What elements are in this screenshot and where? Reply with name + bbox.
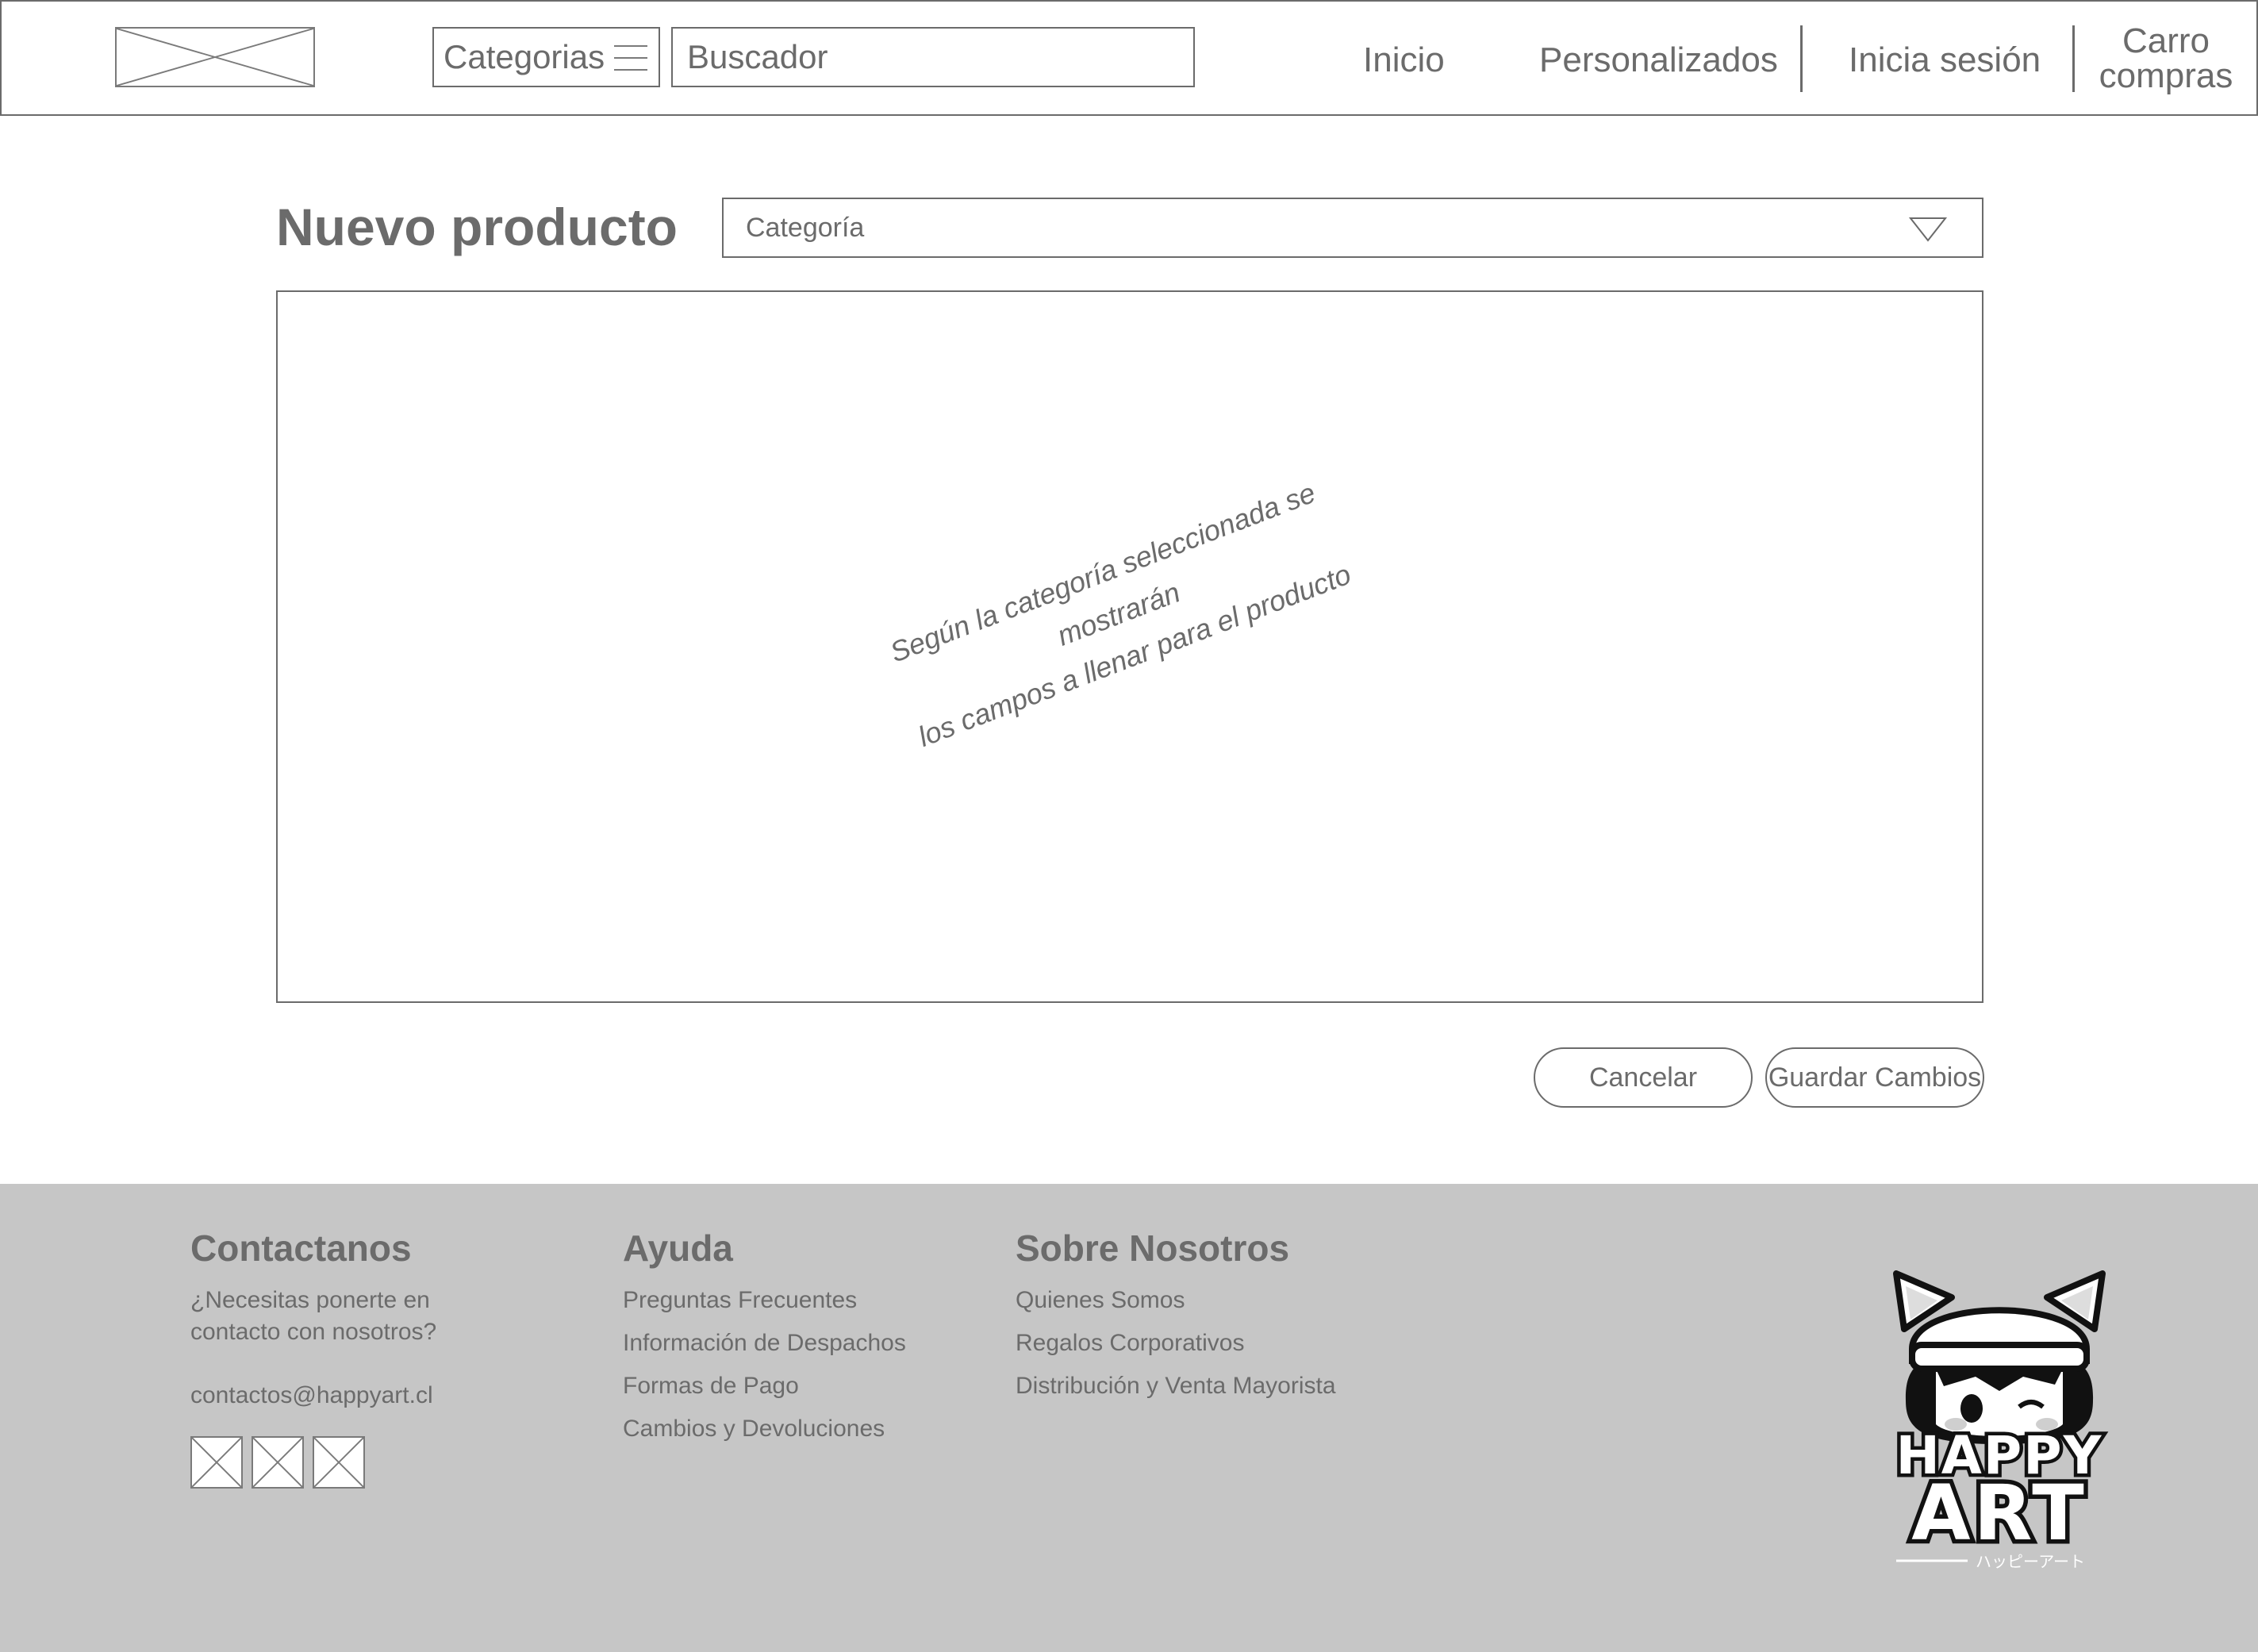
footer-about-link[interactable]: Regalos Corporativos xyxy=(1016,1322,1336,1365)
footer-contact-email[interactable]: contactos@happyart.cl xyxy=(190,1380,433,1412)
social-icon[interactable] xyxy=(252,1436,304,1489)
page-title: Nuevo producto xyxy=(276,198,678,256)
search-input[interactable]: Buscador xyxy=(671,27,1195,87)
footer-help-list: Preguntas Frecuentes Información de Desp… xyxy=(623,1279,906,1450)
categories-menu-button[interactable]: Categorias xyxy=(432,27,660,87)
nav-link-cart[interactable]: Carro compras xyxy=(2095,24,2237,94)
footer-help-link[interactable]: Información de Despachos xyxy=(623,1322,906,1365)
nav-link-custom[interactable]: Personalizados xyxy=(1539,40,1778,81)
social-icon[interactable] xyxy=(313,1436,365,1489)
category-select-value: Categoría xyxy=(746,213,865,243)
triangle-down-icon xyxy=(1909,217,1947,242)
nav-link-login[interactable]: Inicia sesión xyxy=(1849,40,2041,81)
nav-divider xyxy=(1800,25,1803,92)
categories-label: Categorias xyxy=(444,38,605,75)
social-icon[interactable] xyxy=(190,1436,243,1489)
footer-about-link[interactable]: Distribución y Venta Mayorista xyxy=(1016,1365,1336,1408)
save-changes-button[interactable]: Guardar Cambios xyxy=(1765,1047,1984,1108)
cart-label-line2: compras xyxy=(2099,56,2233,95)
footer-about-title: Sobre Nosotros xyxy=(1016,1227,1290,1269)
footer-help-link[interactable]: Cambios y Devoluciones xyxy=(623,1408,906,1450)
cancel-button[interactable]: Cancelar xyxy=(1534,1047,1753,1108)
search-placeholder: Buscador xyxy=(687,38,828,75)
footer-help-link[interactable]: Formas de Pago xyxy=(623,1365,906,1408)
happy-art-logo: HAPPY ART ハッピーアート xyxy=(1892,1270,2106,1571)
footer-about-list: Quienes Somos Regalos Corporativos Distr… xyxy=(1016,1279,1336,1408)
logo-placeholder-icon[interactable] xyxy=(115,27,315,87)
footer-contact-question: ¿Necesitas ponerte en contacto con nosot… xyxy=(190,1287,437,1345)
brand-subtitle: ハッピーアート xyxy=(1976,1552,2085,1571)
nav-divider xyxy=(2072,25,2075,92)
category-select[interactable]: Categoría xyxy=(722,198,1983,258)
footer-about-link[interactable]: Quienes Somos xyxy=(1016,1279,1336,1322)
footer-contact-title: Contactanos xyxy=(190,1227,412,1269)
brand-wordmark-line2: ART xyxy=(1911,1469,2087,1558)
footer-help-title: Ayuda xyxy=(623,1227,733,1269)
hamburger-menu-icon xyxy=(614,45,647,71)
footer-help-link[interactable]: Preguntas Frecuentes xyxy=(623,1279,906,1322)
cart-label-line1: Carro xyxy=(2122,21,2210,60)
nav-link-home[interactable]: Inicio xyxy=(1363,40,1445,81)
